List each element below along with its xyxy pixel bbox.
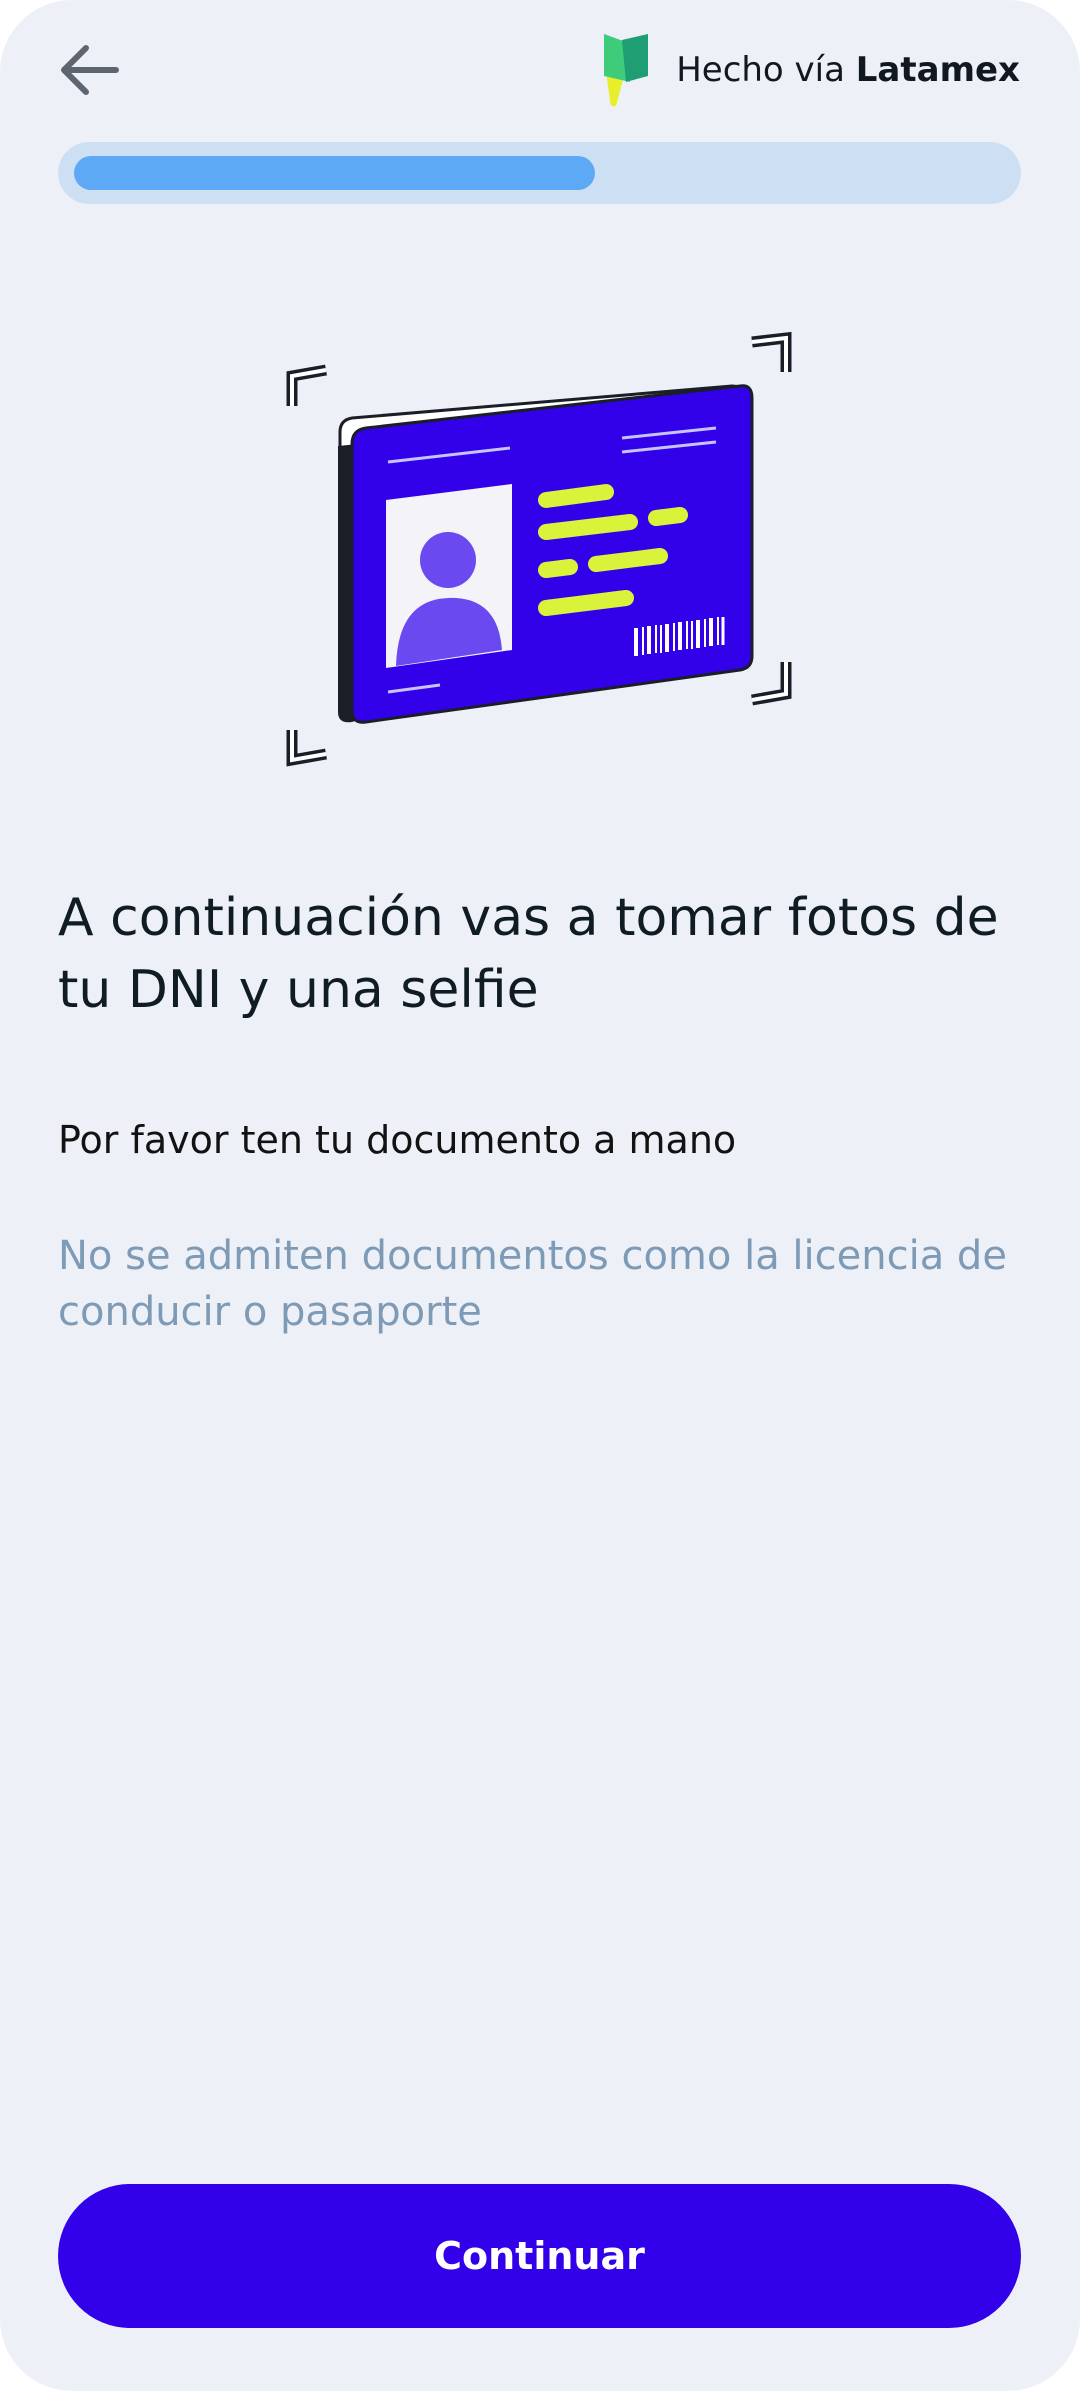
- brand-text: Hecho vía Latamex: [676, 50, 1020, 90]
- page-title: A continuación vas a tomar fotos de tu D…: [58, 888, 999, 1020]
- arrow-left-icon: [61, 45, 119, 95]
- back-button[interactable]: [48, 30, 128, 110]
- latamex-logo-icon: [604, 34, 649, 107]
- brand: Hecho vía Latamex: [602, 30, 1020, 110]
- screen: Hecho vía Latamex A continuación vas a t…: [0, 0, 1080, 2391]
- brand-prefix: Hecho vía: [676, 50, 845, 90]
- progress-bar: [58, 142, 1021, 204]
- id-card-scan-icon: [286, 331, 792, 767]
- progress-fill: [74, 156, 595, 190]
- instruction-text: Por favor ten tu documento a mano: [58, 1118, 737, 1162]
- brand-name: Latamex: [855, 50, 1020, 90]
- document-note: No se admiten documentos como la licenci…: [58, 1233, 1007, 1335]
- continue-button[interactable]: Continuar: [58, 2184, 1021, 2328]
